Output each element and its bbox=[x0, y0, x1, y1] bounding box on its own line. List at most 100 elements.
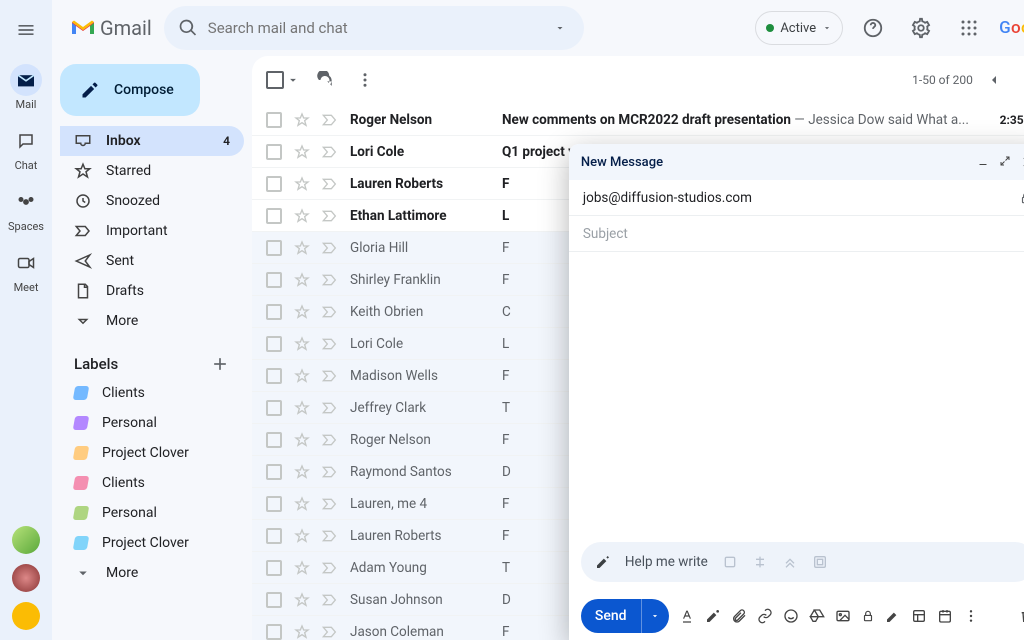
help-me-write-bar[interactable]: Help me write bbox=[581, 542, 1024, 582]
select-dropdown[interactable] bbox=[286, 73, 300, 87]
row-checkbox[interactable] bbox=[266, 336, 282, 352]
row-checkbox[interactable] bbox=[266, 368, 282, 384]
send-button[interactable]: Send bbox=[581, 599, 669, 633]
link-button[interactable] bbox=[757, 608, 773, 624]
star-icon[interactable] bbox=[294, 464, 310, 480]
star-icon[interactable] bbox=[294, 112, 310, 128]
fullscreen-button[interactable] bbox=[999, 155, 1011, 169]
star-icon[interactable] bbox=[294, 592, 310, 608]
prev-page-button[interactable] bbox=[979, 65, 1009, 95]
star-icon[interactable] bbox=[294, 272, 310, 288]
importance-icon[interactable] bbox=[322, 145, 338, 159]
importance-icon[interactable] bbox=[322, 273, 338, 287]
drive-button[interactable] bbox=[809, 608, 825, 624]
attach-button[interactable] bbox=[731, 608, 747, 624]
importance-icon[interactable] bbox=[322, 561, 338, 575]
row-checkbox[interactable] bbox=[266, 496, 282, 512]
star-icon[interactable] bbox=[294, 432, 310, 448]
account-avatar-2[interactable] bbox=[12, 564, 40, 592]
importance-icon[interactable] bbox=[322, 625, 338, 639]
search-options-button[interactable] bbox=[542, 10, 578, 46]
refresh-button[interactable] bbox=[310, 65, 340, 95]
row-checkbox[interactable] bbox=[266, 400, 282, 416]
importance-icon[interactable] bbox=[322, 337, 338, 351]
row-checkbox[interactable] bbox=[266, 560, 282, 576]
star-icon[interactable] bbox=[294, 144, 310, 160]
more-actions-button[interactable] bbox=[350, 65, 380, 95]
main-menu-button[interactable] bbox=[6, 10, 46, 50]
row-checkbox[interactable] bbox=[266, 176, 282, 192]
status-chip[interactable]: Active bbox=[755, 11, 843, 45]
folder-inbox[interactable]: Inbox4 bbox=[60, 126, 244, 156]
folder-sent[interactable]: Sent bbox=[60, 246, 244, 276]
star-icon[interactable] bbox=[294, 304, 310, 320]
importance-icon[interactable] bbox=[322, 529, 338, 543]
importance-icon[interactable] bbox=[322, 113, 338, 127]
folder-more[interactable]: More bbox=[60, 306, 244, 336]
apps-button[interactable] bbox=[951, 10, 987, 46]
emoji-button[interactable] bbox=[783, 608, 799, 624]
importance-icon[interactable] bbox=[322, 241, 338, 255]
compose-body[interactable] bbox=[569, 252, 1024, 542]
ai-button[interactable] bbox=[705, 608, 721, 624]
star-icon[interactable] bbox=[294, 176, 310, 192]
row-checkbox[interactable] bbox=[266, 592, 282, 608]
search-input[interactable] bbox=[208, 19, 532, 37]
row-checkbox[interactable] bbox=[266, 272, 282, 288]
importance-icon[interactable] bbox=[322, 305, 338, 319]
row-checkbox[interactable] bbox=[266, 528, 282, 544]
compose-button[interactable]: Compose bbox=[60, 64, 200, 116]
row-checkbox[interactable] bbox=[266, 624, 282, 640]
star-icon[interactable] bbox=[294, 336, 310, 352]
add-label-button[interactable] bbox=[210, 354, 230, 374]
next-page-button[interactable] bbox=[1015, 65, 1024, 95]
label-clients[interactable]: Clients bbox=[60, 378, 244, 408]
star-icon[interactable] bbox=[294, 560, 310, 576]
gmail-logo[interactable]: Gmail bbox=[70, 16, 152, 40]
folder-snoozed[interactable]: Snoozed bbox=[60, 186, 244, 216]
star-icon[interactable] bbox=[294, 208, 310, 224]
row-checkbox[interactable] bbox=[266, 112, 282, 128]
label-personal[interactable]: Personal bbox=[60, 498, 244, 528]
importance-icon[interactable] bbox=[322, 465, 338, 479]
labels-more[interactable]: More bbox=[60, 558, 244, 588]
importance-icon[interactable] bbox=[322, 401, 338, 415]
row-checkbox[interactable] bbox=[266, 464, 282, 480]
rail-chat[interactable]: Chat bbox=[0, 125, 52, 172]
importance-icon[interactable] bbox=[322, 177, 338, 191]
mail-row[interactable]: Roger NelsonNew comments on MCR2022 draf… bbox=[252, 104, 1024, 136]
importance-icon[interactable] bbox=[322, 593, 338, 607]
label-personal[interactable]: Personal bbox=[60, 408, 244, 438]
more-options-button[interactable] bbox=[963, 608, 979, 624]
label-project-clover[interactable]: Project Clover bbox=[60, 438, 244, 468]
format-button[interactable] bbox=[679, 608, 695, 624]
star-icon[interactable] bbox=[294, 240, 310, 256]
subject-field[interactable] bbox=[569, 216, 1024, 252]
star-icon[interactable] bbox=[294, 368, 310, 384]
folder-important[interactable]: Important bbox=[60, 216, 244, 246]
star-icon[interactable] bbox=[294, 528, 310, 544]
select-all-checkbox[interactable] bbox=[266, 71, 284, 89]
star-icon[interactable] bbox=[294, 624, 310, 640]
minimize-button[interactable] bbox=[977, 155, 989, 169]
importance-icon[interactable] bbox=[322, 369, 338, 383]
send-options[interactable] bbox=[641, 599, 669, 633]
account-avatar-3[interactable] bbox=[12, 602, 40, 630]
rail-spaces[interactable]: Spaces bbox=[0, 186, 52, 233]
to-field[interactable]: jobs@diffusion-studios.com bbox=[569, 180, 1024, 216]
signature-button[interactable] bbox=[885, 608, 901, 624]
template-button[interactable] bbox=[911, 608, 927, 624]
star-icon[interactable] bbox=[294, 496, 310, 512]
image-button[interactable] bbox=[835, 608, 851, 624]
importance-icon[interactable] bbox=[322, 433, 338, 447]
row-checkbox[interactable] bbox=[266, 208, 282, 224]
help-button[interactable] bbox=[855, 10, 891, 46]
row-checkbox[interactable] bbox=[266, 240, 282, 256]
settings-button[interactable] bbox=[903, 10, 939, 46]
row-checkbox[interactable] bbox=[266, 304, 282, 320]
rail-meet[interactable]: Meet bbox=[0, 247, 52, 294]
search-bar[interactable] bbox=[164, 6, 584, 50]
label-clients[interactable]: Clients bbox=[60, 468, 244, 498]
row-checkbox[interactable] bbox=[266, 144, 282, 160]
row-checkbox[interactable] bbox=[266, 432, 282, 448]
